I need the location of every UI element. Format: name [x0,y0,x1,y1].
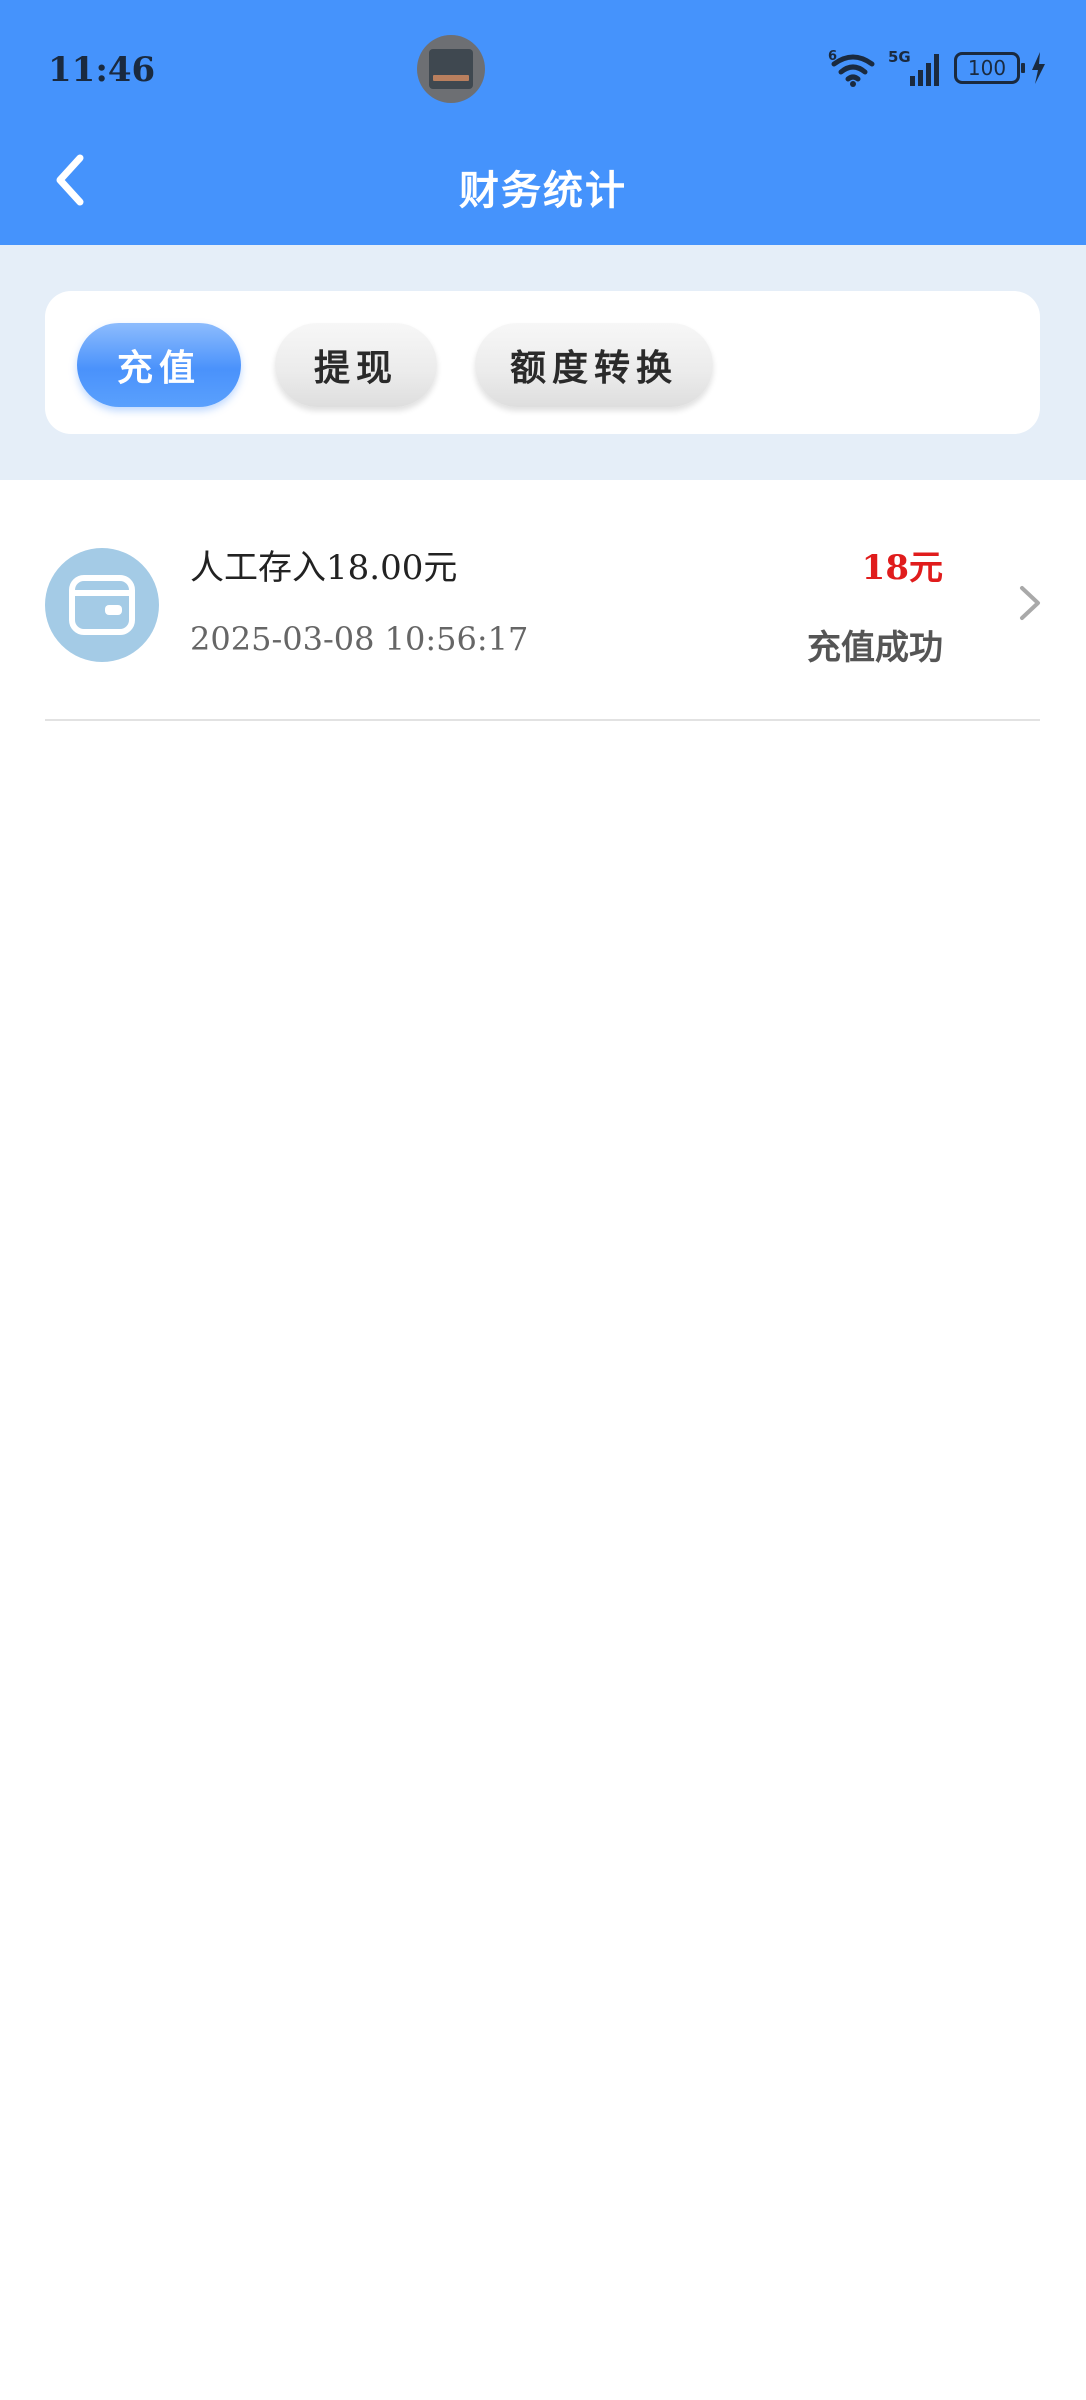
floating-app-avatar[interactable] [417,35,485,103]
signal-icon: 5G [888,48,939,86]
tab-card: 充值 提现 额度转换 [45,291,1040,434]
chevron-right-icon [1020,586,1040,620]
status-time: 11:46 [48,50,156,90]
wifi-icon: 6 [828,49,875,87]
list-item[interactable]: 人工存入18.00元 2025-03-08 10:56:17 18元 充值成功 [0,480,1086,722]
battery-level: 100 [967,56,1007,80]
network-type: 5G [888,48,911,66]
tab-area: 充值 提现 额度转换 [0,245,1086,480]
battery-icon: 100 [954,52,1025,84]
record-datetime: 2025-03-08 10:56:17 [190,620,529,658]
nav-bar: 财务统计 [0,130,1086,245]
wallet-icon [45,548,159,662]
system-icons: 6 5G 100 [828,48,1046,88]
charging-icon [1032,52,1045,84]
list-divider [45,719,1040,721]
page-title: 财务统计 [459,167,627,214]
avatar-thumbnail [429,49,473,89]
tab-withdraw[interactable]: 提现 [275,323,437,407]
tab-quota-conversion[interactable]: 额度转换 [475,323,713,407]
status-bar: 11:46 6 5G 100 [0,0,1086,130]
app-header: 11:46 6 5G 100 财务统计 [0,0,1086,245]
record-status: 充值成功 [807,628,943,668]
tab-recharge[interactable]: 充值 [77,323,241,407]
record-amount: 18元 [861,548,943,588]
record-title: 人工存入18.00元 [190,548,458,588]
